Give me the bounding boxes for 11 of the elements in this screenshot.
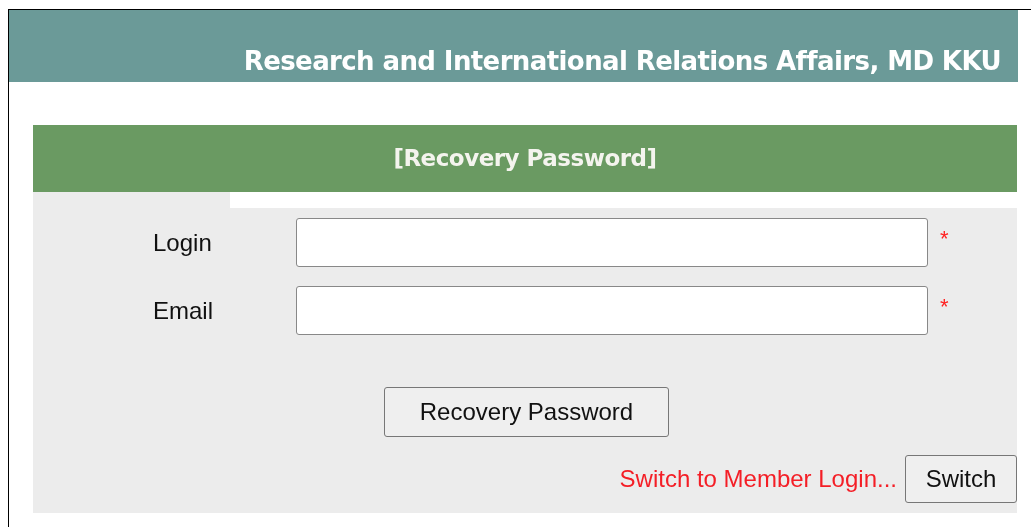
recovery-password-button[interactable]: Recovery Password	[384, 387, 669, 437]
switch-button[interactable]: Switch	[905, 455, 1017, 503]
switch-login-text: Switch to Member Login...	[619, 464, 897, 494]
header-subtitle: Research and International Relations Affairs, MD KKU	[243, 48, 1001, 74]
form-title: [Recovery Password]	[393, 144, 657, 174]
required-mark: *	[940, 225, 949, 253]
input-field[interactable]	[296, 286, 928, 335]
required-mark: *	[940, 293, 949, 321]
input-field[interactable]	[296, 218, 928, 267]
field-label: Login	[153, 227, 213, 258]
field-label: Email	[153, 295, 214, 326]
